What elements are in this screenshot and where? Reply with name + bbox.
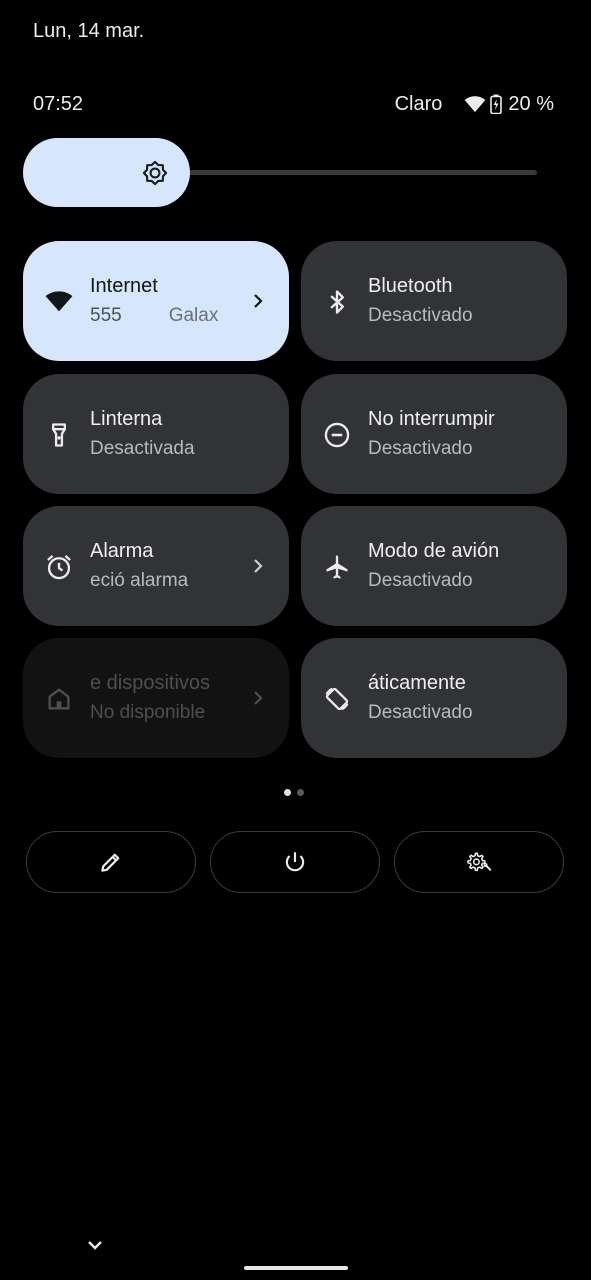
settings-icon	[467, 852, 492, 872]
edit-icon	[101, 853, 120, 872]
settings-button[interactable]	[394, 831, 564, 893]
tile-internet[interactable]: Internet 555 Galax	[23, 241, 289, 361]
tile-subtitle: No disponible	[90, 702, 206, 723]
tile-subtitle: Desactivado	[368, 438, 473, 459]
status-bar: 07:52 Claro 20 %	[33, 90, 554, 118]
edit-button[interactable]	[26, 831, 196, 893]
tile-do-not-disturb[interactable]: No interrumpir Desactivado	[301, 374, 567, 494]
chevron-right-icon	[254, 294, 263, 308]
tile-subtitle: Desactivado	[368, 702, 473, 723]
tile-subtitle: 555 Galax	[90, 305, 219, 326]
tile-subtitle: Desactivada	[90, 438, 195, 459]
brightness-track[interactable]	[173, 170, 537, 175]
auto-rotate-icon	[325, 687, 349, 711]
tile-label: Modo de avión	[368, 540, 500, 562]
page-dot-active	[284, 789, 291, 796]
tile-label: e dispositivos	[90, 672, 211, 694]
tile-bluetooth[interactable]: Bluetooth Desactivado	[301, 241, 567, 361]
power-button[interactable]	[210, 831, 380, 893]
bluetooth-icon	[330, 290, 344, 314]
brightness-icon	[142, 160, 168, 186]
date: Lun, 14 mar.	[33, 20, 145, 42]
battery-charging-icon	[490, 94, 503, 114]
brightness-slider[interactable]	[23, 138, 537, 207]
airplane-icon	[326, 555, 348, 579]
tile-label: Internet	[90, 275, 158, 297]
page-indicator	[284, 789, 304, 796]
status-time: 07:52	[33, 92, 84, 115]
tile-airplane-mode[interactable]: Modo de avión Desactivado	[301, 506, 567, 626]
page-dot	[297, 789, 304, 796]
alarm-icon	[47, 555, 71, 580]
home-icon	[48, 688, 70, 710]
tile-alarm[interactable]: Alarma eció alarma	[23, 506, 289, 626]
tile-label: áticamente	[368, 672, 466, 694]
carrier-name: Claro	[394, 92, 443, 115]
tile-label: No interrumpir	[368, 408, 495, 430]
do-not-disturb-icon	[324, 422, 350, 448]
gesture-home-bar[interactable]	[244, 1266, 348, 1270]
flashlight-icon	[52, 423, 67, 447]
chevron-down-icon[interactable]	[84, 1234, 106, 1256]
chevron-right-icon	[254, 691, 263, 705]
tile-label: Linterna	[90, 408, 163, 430]
tile-flashlight[interactable]: Linterna Desactivada	[23, 374, 289, 494]
chevron-right-icon	[254, 559, 263, 573]
tile-home-devices[interactable]: e dispositivos No disponible	[23, 638, 289, 758]
battery-percent: 20 %	[508, 92, 554, 115]
wifi-icon	[465, 96, 486, 113]
tile-label: Alarma	[90, 540, 154, 562]
tile-subtitle: eció alarma	[90, 570, 189, 591]
wifi-icon	[45, 291, 73, 312]
tile-subtitle: Desactivado	[368, 570, 473, 591]
tile-auto-rotate[interactable]: áticamente Desactivado	[301, 638, 567, 758]
tile-subtitle: Desactivado	[368, 305, 473, 326]
power-icon	[285, 852, 305, 872]
tile-label: Bluetooth	[368, 275, 453, 297]
